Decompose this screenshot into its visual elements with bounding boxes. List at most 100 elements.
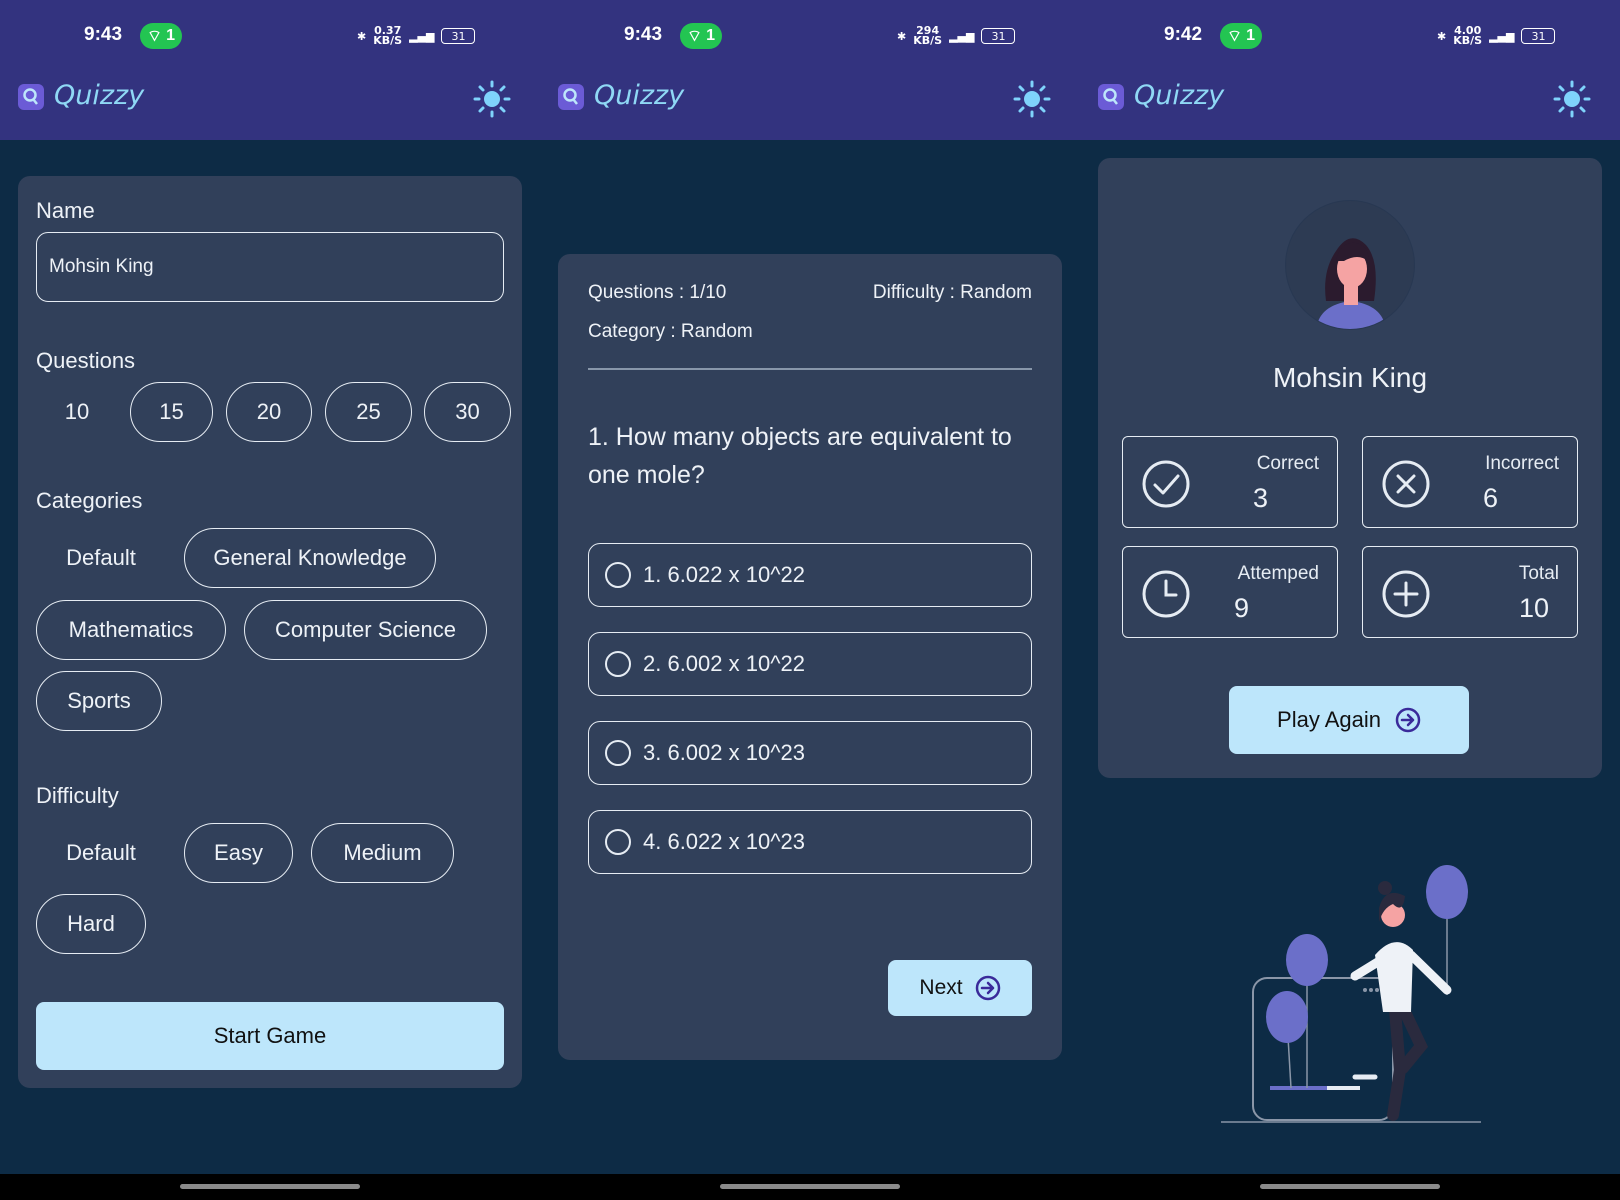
name-input[interactable]: [36, 232, 504, 302]
battery-icon: 31: [441, 28, 476, 44]
player-name: Mohsin King: [1272, 362, 1428, 393]
question-text: 1. How many objects are equivalent to on…: [588, 423, 1012, 489]
questions-label: Questions: [36, 348, 136, 373]
network-speed: 0.37 KB/S: [373, 25, 403, 47]
radio-icon[interactable]: [605, 740, 631, 766]
radio-icon[interactable]: [605, 562, 631, 588]
category-computer-science[interactable]: Computer Science: [244, 600, 487, 660]
signal-icon: ▂▄▆: [1489, 29, 1515, 43]
gesture-bar: [1080, 1174, 1620, 1200]
question-count-15[interactable]: 15: [130, 382, 213, 442]
sun-icon[interactable]: [1553, 80, 1591, 118]
status-time: 9:43: [84, 24, 123, 45]
difficulty-default[interactable]: Default: [36, 823, 166, 883]
speed-unit: KB/S: [373, 34, 403, 47]
category-mathematics[interactable]: Mathematics: [36, 600, 226, 660]
home-indicator[interactable]: [720, 1184, 900, 1189]
app-logo-icon: [1098, 84, 1124, 110]
answer-option-3[interactable]: 3. 6.002 x 10^23: [588, 721, 1032, 785]
app-logo-icon: [558, 84, 584, 110]
person-avatar-icon: [1316, 238, 1386, 329]
question-progress: Questions : 1/10: [588, 282, 727, 303]
stat-label: Incorrect: [1485, 453, 1559, 474]
quiz-category: Category : Random: [588, 321, 753, 342]
stat-value: 3: [1253, 483, 1269, 513]
setup-screen: 9:43 ⌔1 ✱ 0.37KB/S ▂▄▆ 31 Quizzy Name Qu…: [0, 0, 540, 1200]
next-button-label: Next: [919, 976, 963, 999]
difficulty-label: Difficulty: [36, 783, 119, 808]
arrow-right-circle-icon: [975, 975, 1000, 1001]
answer-option-label: 2. 6.002 x 10^22: [643, 651, 806, 676]
sun-icon[interactable]: [1013, 80, 1051, 118]
sun-icon[interactable]: [473, 80, 511, 118]
app-logo-icon: [18, 84, 44, 110]
speed-unit: KB/S: [913, 34, 943, 47]
hotspot-badge: ⌔ 1: [140, 23, 182, 49]
stat-incorrect: Incorrect 6: [1362, 436, 1578, 528]
answer-option-1[interactable]: 1. 6.022 x 10^22: [588, 543, 1032, 607]
status-icons: ✱ 4.00 KB/S ▂▄▆ 31: [1437, 25, 1556, 47]
celebration-illustration: [1221, 865, 1481, 1123]
hotspot-icon: ⌔: [687, 28, 703, 45]
x-circle-icon: [1382, 460, 1430, 508]
play-again-button[interactable]: Play Again: [1229, 686, 1469, 754]
speed-unit: KB/S: [1453, 34, 1483, 47]
signal-icon: ▂▄▆: [409, 29, 435, 43]
question-count-30[interactable]: 30: [424, 382, 511, 442]
plus-circle-icon: [1382, 570, 1430, 618]
stat-label: Correct: [1256, 453, 1319, 474]
question-count-20[interactable]: 20: [226, 382, 312, 442]
app-bar: 9:43 ⌔ 1 ✱ 294 KB/S ▂▄▆ 31 Quizzy: [540, 0, 1080, 140]
status-time: 9:42: [1164, 24, 1203, 45]
difficulty-medium[interactable]: Medium: [311, 823, 454, 883]
hotspot-badge: ⌔ 1: [680, 23, 722, 49]
difficulty-hard[interactable]: Hard: [36, 894, 146, 954]
home-indicator[interactable]: [1260, 1184, 1440, 1189]
app-title: Quizzy: [54, 80, 145, 111]
clock-icon: [1142, 570, 1190, 618]
home-indicator[interactable]: [180, 1184, 360, 1189]
categories-label: Categories: [36, 488, 143, 513]
bluetooth-icon: ✱: [357, 29, 367, 43]
stat-value: 10: [1519, 593, 1550, 623]
hotspot-count: 1: [706, 27, 715, 44]
difficulty-easy[interactable]: Easy: [184, 823, 293, 883]
answer-option-2[interactable]: 2. 6.002 x 10^22: [588, 632, 1032, 696]
status-time: 9:43: [624, 24, 663, 45]
app-title: Quizzy: [594, 80, 685, 111]
bluetooth-icon: ✱: [897, 29, 907, 43]
answer-option-4[interactable]: 4. 6.022 x 10^23: [588, 810, 1032, 874]
start-game-button[interactable]: Start Game: [36, 1002, 504, 1070]
app-title: Quizzy: [1134, 80, 1225, 111]
next-button[interactable]: Next: [888, 960, 1032, 1016]
network-speed: 4.00 KB/S: [1453, 25, 1483, 47]
radio-icon[interactable]: [605, 829, 631, 855]
hotspot-icon: ⌔: [147, 28, 163, 45]
stat-correct: Correct 3: [1122, 436, 1338, 528]
divider: [588, 368, 1032, 370]
category-general-knowledge[interactable]: General Knowledge: [184, 528, 436, 588]
answer-option-label: 3. 6.002 x 10^23: [643, 740, 806, 765]
signal-icon: ▂▄▆: [949, 29, 975, 43]
radio-icon[interactable]: [605, 651, 631, 677]
name-label: Name: [36, 198, 95, 223]
category-sports[interactable]: Sports: [36, 671, 162, 731]
avatar: [1285, 200, 1415, 330]
hotspot-count: 1: [1246, 27, 1255, 44]
stat-attempted: Attemped 9: [1122, 546, 1338, 638]
network-speed: 294 KB/S: [913, 25, 943, 47]
status-icons: ✱ 294 KB/S ▂▄▆ 31: [897, 25, 1016, 47]
category-default[interactable]: Default: [36, 528, 166, 588]
stat-value: 9: [1234, 593, 1250, 623]
question-count-10[interactable]: 10: [36, 382, 118, 442]
gesture-bar: [540, 1174, 1080, 1200]
app-bar: 9:42 ⌔ 1 ✱ 4.00 KB/S ▂▄▆ 31 Quizzy: [1080, 0, 1620, 140]
question-count-25[interactable]: 25: [325, 382, 412, 442]
stat-label: Total: [1518, 563, 1559, 584]
arrow-right-circle-icon: [1395, 707, 1421, 733]
stat-value: 6: [1483, 483, 1499, 513]
stat-total: Total 10: [1362, 546, 1578, 638]
battery-icon: 31: [981, 28, 1016, 44]
hotspot-count: 1: [166, 27, 175, 44]
app-bar: 9:43 ⌔ 1 ✱ 0.37 KB/S ▂▄▆ 31 Quizzy: [0, 0, 540, 140]
